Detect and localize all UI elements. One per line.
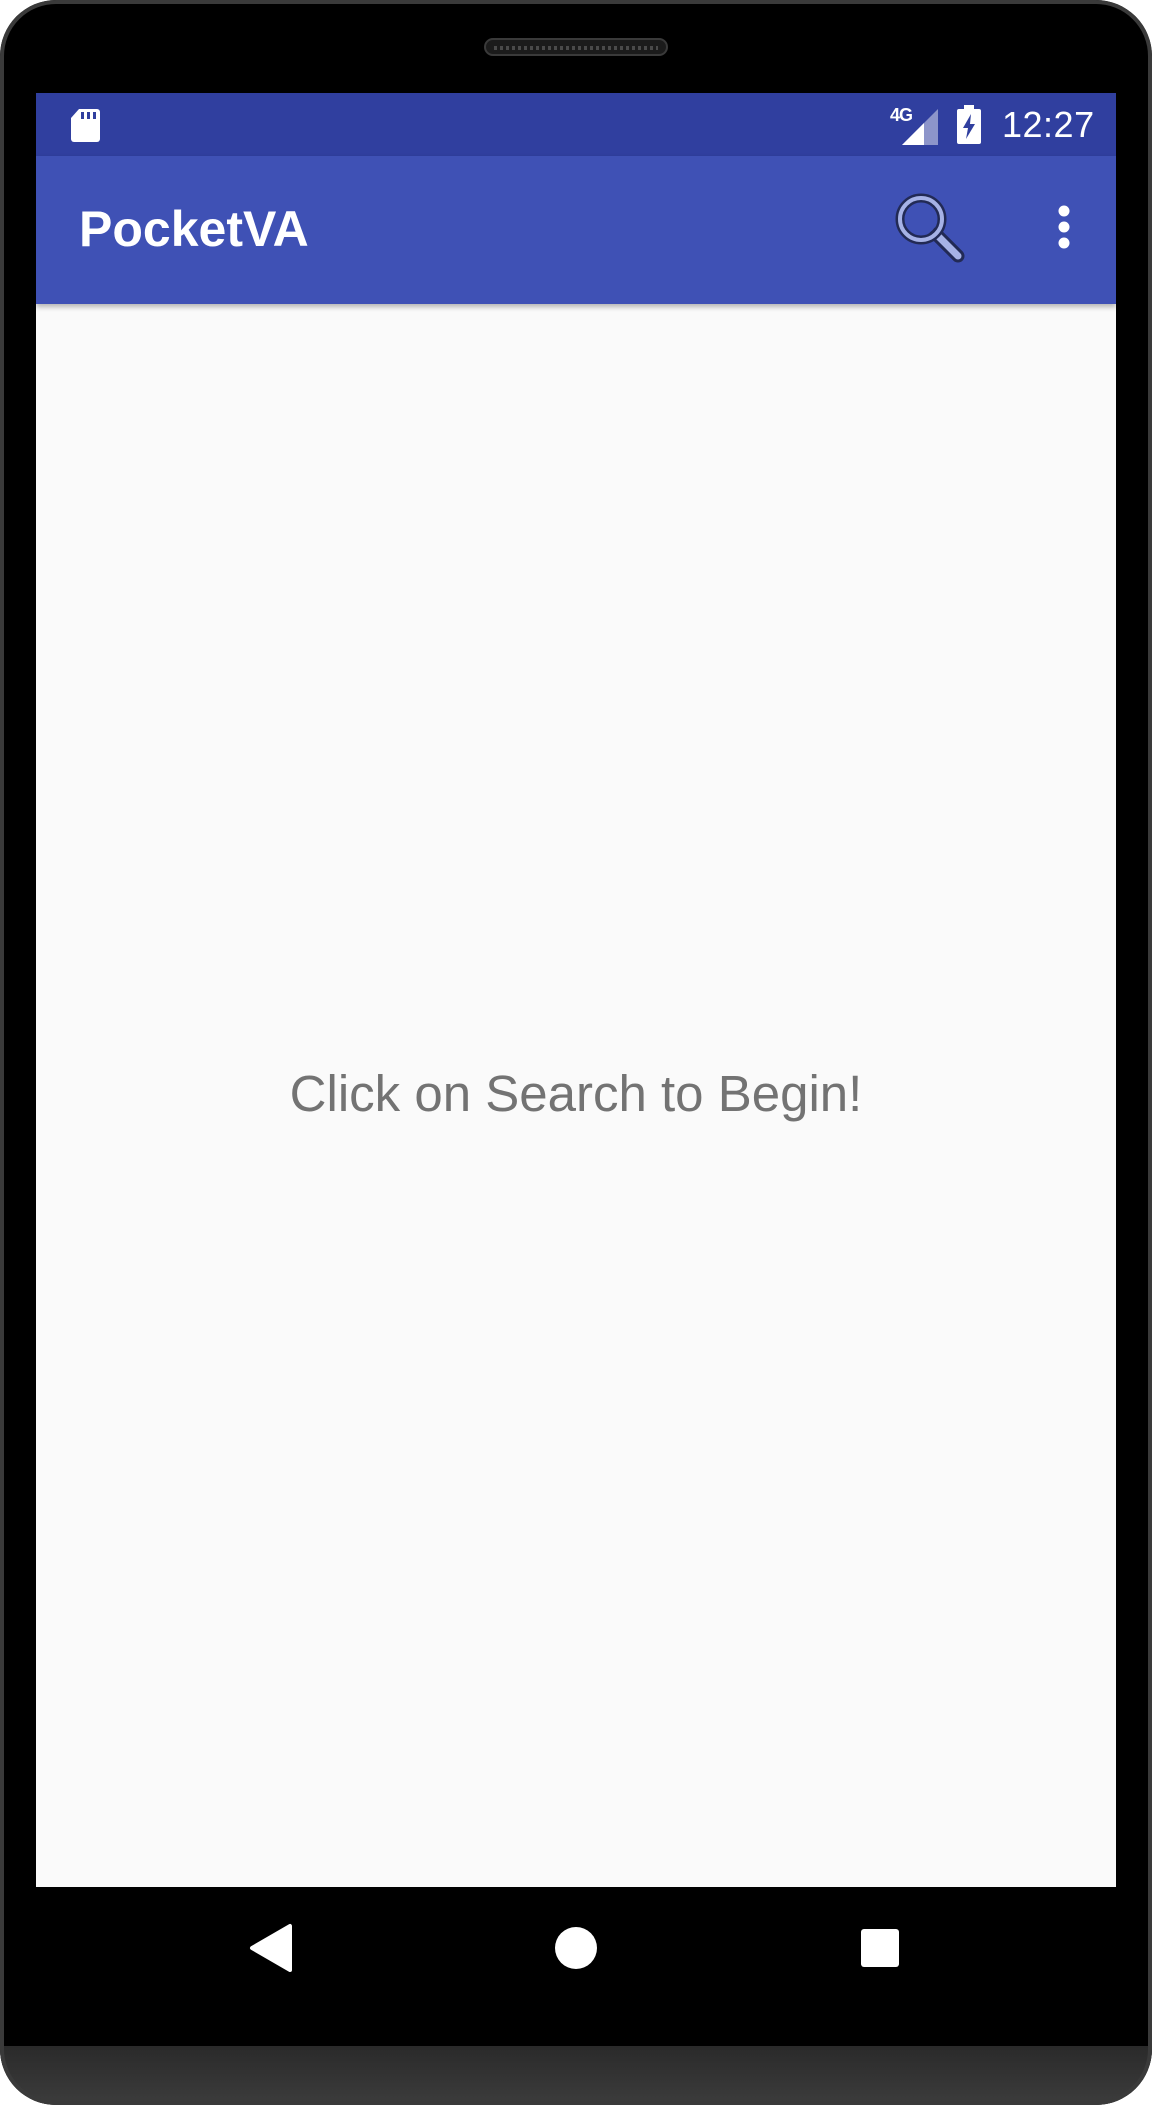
sd-card-icon	[71, 109, 100, 142]
back-icon	[250, 1924, 292, 1972]
recents-button[interactable]	[835, 1903, 925, 1993]
back-button[interactable]	[227, 1903, 317, 1993]
signal-icon	[902, 109, 938, 145]
empty-state-prompt: Click on Search to Begin!	[289, 1065, 863, 1122]
battery-charging-icon	[957, 105, 981, 144]
device-chin	[0, 2046, 1152, 2105]
app-title: PocketVA	[79, 201, 309, 257]
main-content: Click on Search to Begin!	[36, 304, 1116, 1887]
screen: 4G 12:27 PocketVA Click on Search to Beg…	[36, 93, 1116, 1887]
status-bar: 4G 12:27	[36, 93, 1116, 156]
earpiece-speaker	[484, 38, 668, 56]
home-icon	[555, 1927, 597, 1969]
search-icon	[895, 193, 965, 263]
device-frame: 4G 12:27 PocketVA Click on Search to Beg…	[0, 0, 1152, 2105]
status-time: 12:27	[1002, 104, 1095, 145]
more-vert-icon	[1058, 205, 1070, 249]
navigation-bar	[36, 1887, 1116, 2009]
more-options-button[interactable]	[1034, 190, 1094, 270]
app-bar: PocketVA	[36, 156, 1116, 304]
search-button[interactable]	[892, 190, 972, 270]
home-button[interactable]	[531, 1903, 621, 1993]
recents-icon	[861, 1929, 899, 1967]
